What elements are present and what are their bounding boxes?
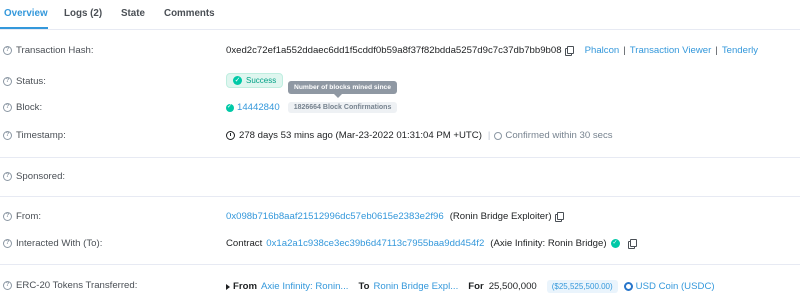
- block-verified-icon: [226, 103, 234, 112]
- erc20-from-label: From: [233, 281, 257, 292]
- interacted-label-text: Interacted With (To):: [16, 238, 103, 249]
- erc20-for-label: For: [468, 281, 484, 292]
- erc20-usd-badge: ($25,525,500.00): [546, 280, 618, 293]
- erc20-value: From Axie Infinity: Ronin... To Ronin Br…: [226, 280, 715, 293]
- from-label-text: From:: [16, 211, 42, 222]
- tab-bar: Overview Logs (2) State Comments: [0, 0, 800, 30]
- separator: |: [623, 45, 626, 56]
- status-label-text: Status:: [16, 76, 46, 87]
- help-icon[interactable]: ?: [3, 103, 12, 112]
- help-icon[interactable]: ?: [3, 212, 12, 221]
- check-circle-icon: ✓: [233, 76, 242, 85]
- tx-hash-label-text: Transaction Hash:: [16, 45, 94, 56]
- sponsored-label-text: Sponsored:: [16, 171, 66, 182]
- block-number-link[interactable]: 14442840: [237, 102, 280, 113]
- confirmed-within-text: Confirmed within 30 secs: [505, 130, 613, 141]
- usdc-token-icon: [623, 282, 633, 291]
- interacted-value: Contract 0x1a2a1c938ce3ec39b6d47113c7955…: [226, 238, 637, 249]
- timestamp-label-text: Timestamp:: [16, 130, 66, 141]
- interacted-label: ? Interacted With (To):: [3, 238, 102, 249]
- divider: [0, 264, 800, 265]
- block-confirmations-tooltip: Number of blocks mined since: [288, 81, 397, 98]
- verified-check-icon: ✓: [610, 239, 620, 248]
- active-tab-indicator: [0, 27, 48, 29]
- contract-prefix: Contract: [226, 238, 263, 249]
- phalcon-link[interactable]: Phalcon: [585, 45, 620, 56]
- erc20-label-text: ERC-20 Tokens Transferred:: [16, 280, 138, 291]
- tx-hash-value: 0xed2c72ef1a552ddaec6dd1f5cddf0b59a8f37f…: [226, 45, 758, 56]
- from-value: 0x098b716b8aaf21512996dc57eb0615e2383e2f…: [226, 211, 564, 222]
- sponsored-label: ? Sponsored:: [3, 171, 65, 182]
- copy-icon[interactable]: [627, 239, 637, 249]
- erc20-to-label: To: [358, 281, 370, 292]
- from-address-link[interactable]: 0x098b716b8aaf21512996dc57eb0615e2383e2f…: [226, 211, 444, 222]
- help-icon[interactable]: ?: [3, 131, 12, 140]
- from-label: ? From:: [3, 211, 41, 222]
- tab-logs[interactable]: Logs (2): [64, 8, 102, 19]
- tenderly-link[interactable]: Tenderly: [722, 45, 758, 56]
- tab-comments[interactable]: Comments: [164, 8, 215, 19]
- timestamp-value: 278 days 53 mins ago (Mar-23-2022 01:31:…: [226, 130, 613, 141]
- tx-hash-label: ? Transaction Hash:: [3, 45, 94, 56]
- erc20-amount: 25,500,000: [488, 281, 537, 292]
- tab-overview[interactable]: Overview: [4, 8, 48, 19]
- block-value: 14442840 1826664 Block Confirmations: [226, 102, 398, 113]
- erc20-label: ? ERC-20 Tokens Transferred:: [3, 280, 137, 291]
- erc20-from-link[interactable]: Axie Infinity: Ronin...: [261, 281, 348, 292]
- tx-hash-text: 0xed2c72ef1a552ddaec6dd1f5cddf0b59a8f37f…: [226, 45, 562, 56]
- separator: |: [487, 130, 491, 141]
- block-label: ? Block:: [3, 102, 42, 113]
- copy-icon[interactable]: [564, 46, 574, 56]
- status-badge: ✓ Success: [226, 73, 284, 88]
- separator: |: [715, 45, 718, 56]
- erc20-to-link[interactable]: Ronin Bridge Expl...: [373, 281, 458, 292]
- status-value: ✓ Success: [226, 73, 284, 88]
- from-name-tag: (Ronin Bridge Exploiter): [449, 211, 552, 222]
- block-label-text: Block:: [16, 102, 43, 113]
- status-badge-text: Success: [246, 76, 277, 85]
- help-icon[interactable]: ?: [3, 281, 12, 290]
- status-label: ? Status:: [3, 76, 46, 87]
- help-icon[interactable]: ?: [3, 77, 12, 86]
- help-icon[interactable]: ?: [3, 172, 12, 181]
- clock-icon: [226, 131, 235, 140]
- timestamp-label: ? Timestamp:: [3, 130, 66, 141]
- divider: [0, 196, 800, 197]
- timestamp-text: 278 days 53 mins ago (Mar-23-2022 01:31:…: [239, 130, 482, 141]
- contract-name-tag: (Axie Infinity: Ronin Bridge): [490, 238, 607, 249]
- transaction-viewer-link[interactable]: Transaction Viewer: [630, 45, 712, 56]
- caret-right-icon: [226, 283, 230, 290]
- divider: [0, 157, 800, 158]
- help-icon[interactable]: ?: [3, 239, 12, 248]
- timer-icon: [494, 131, 503, 140]
- help-icon[interactable]: ?: [3, 46, 12, 55]
- block-confirmations-badge[interactable]: 1826664 Block Confirmations: [287, 102, 398, 113]
- copy-icon[interactable]: [554, 212, 564, 222]
- contract-address-link[interactable]: 0x1a2a1c938ce3ec39b6d47113c7955baa9dd454…: [266, 238, 484, 249]
- tab-state[interactable]: State: [121, 8, 145, 19]
- erc20-token-link[interactable]: USD Coin (USDC): [636, 281, 715, 292]
